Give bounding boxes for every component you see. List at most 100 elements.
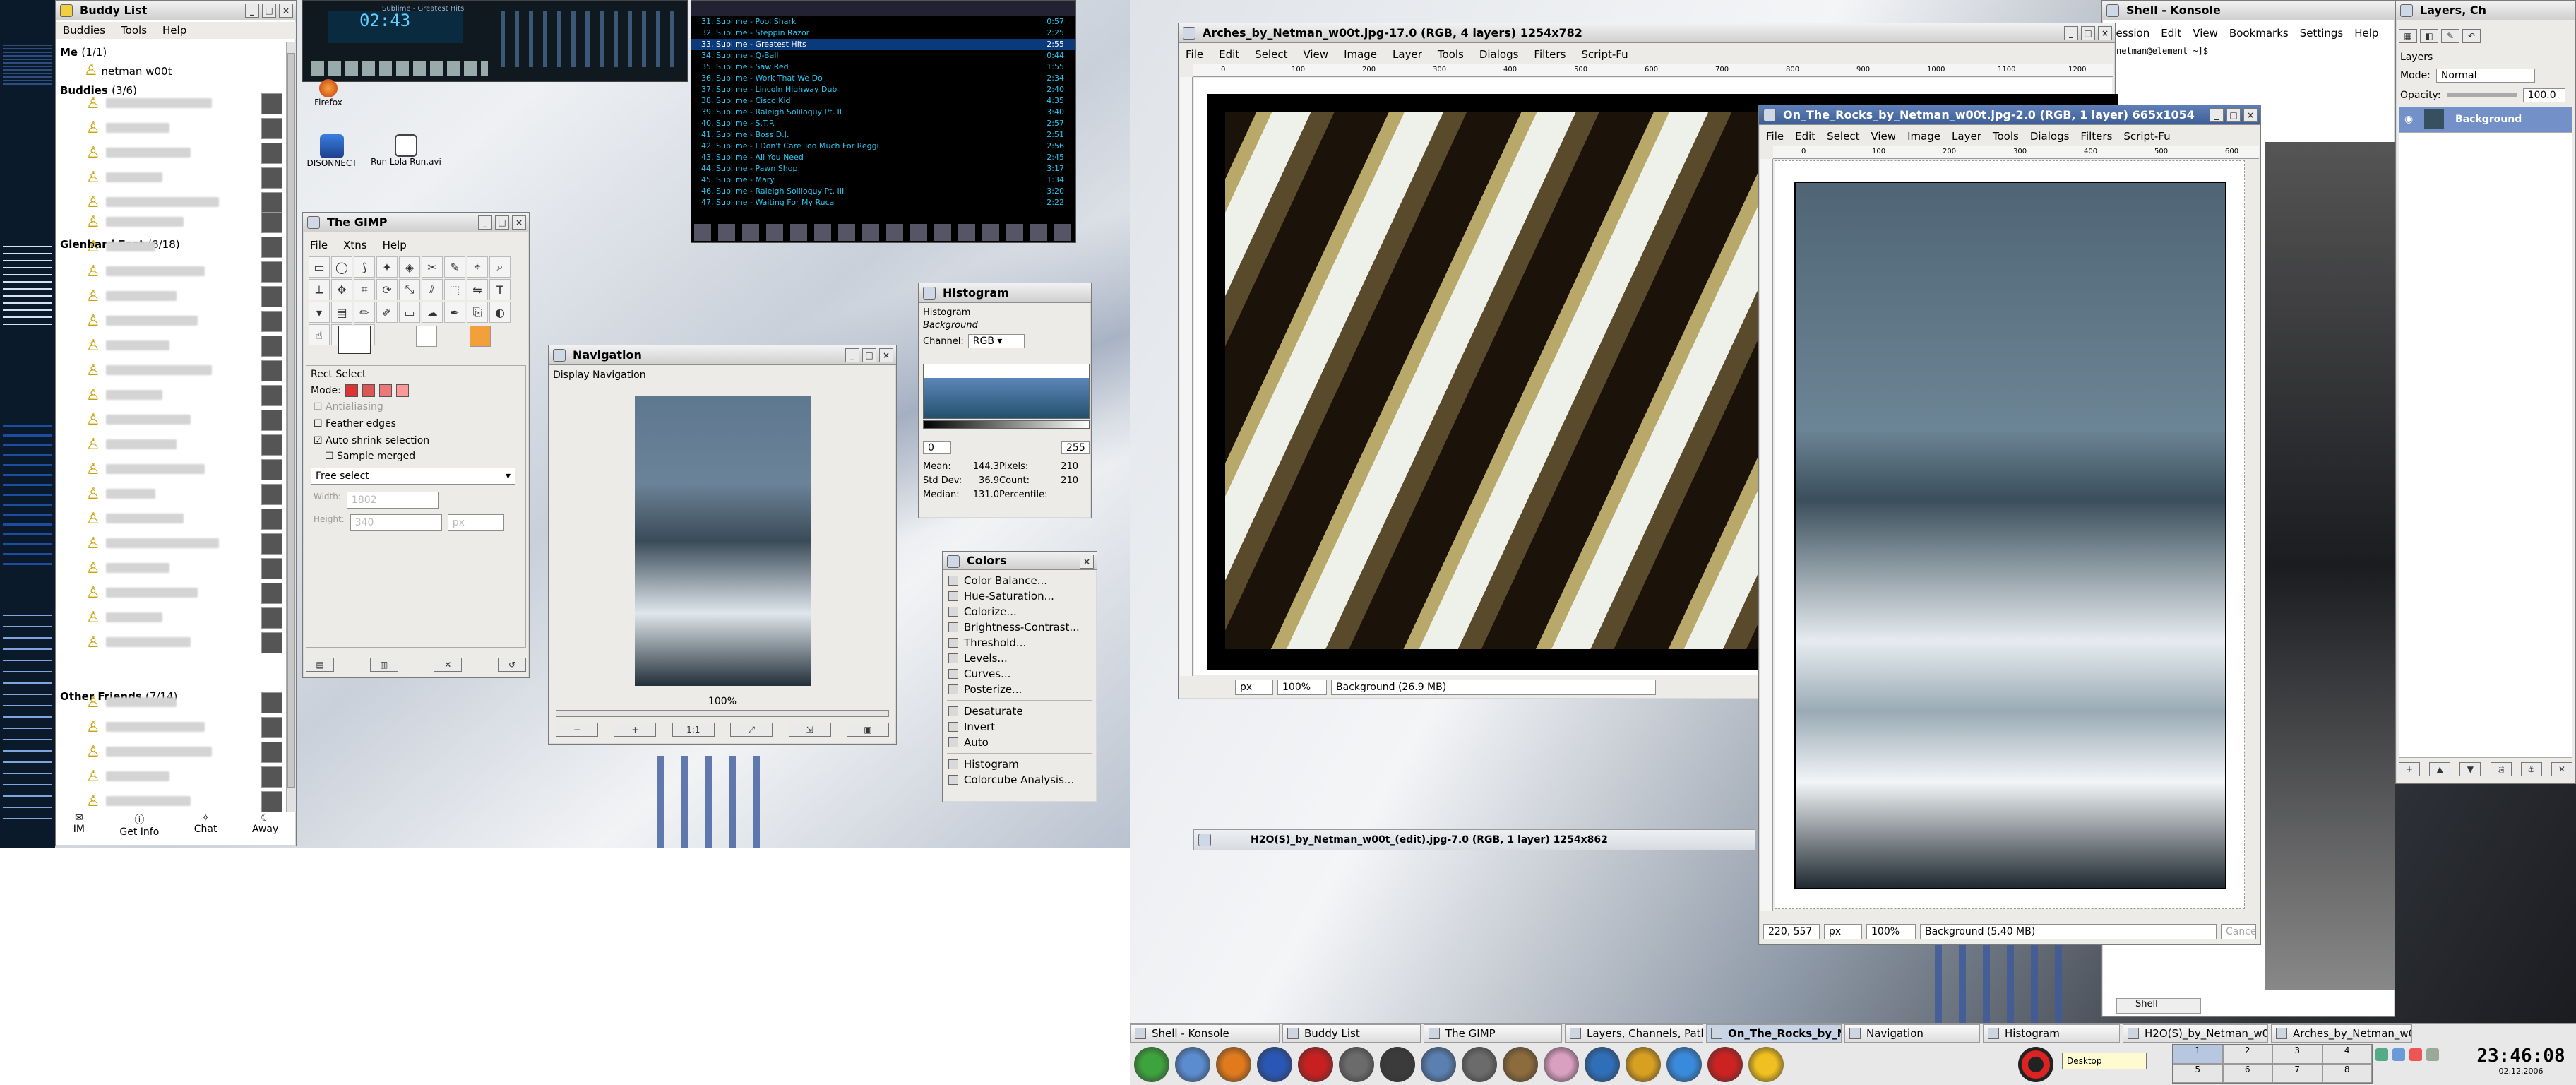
taskbar-button[interactable]: H2O(S)_by_Netman_w0: [2123, 1024, 2268, 1043]
zoom-slider[interactable]: [556, 710, 889, 717]
buddy-row[interactable]: ♙: [56, 285, 290, 309]
thunderbird-launcher-icon[interactable]: [1257, 1047, 1292, 1082]
minimize-button[interactable]: _: [845, 348, 859, 362]
unit-select[interactable]: px: [447, 514, 504, 531]
buddy-row[interactable]: ♙: [56, 740, 290, 764]
navigation-preview[interactable]: [635, 396, 811, 686]
buddy-row[interactable]: ♙: [56, 359, 290, 383]
image-menu-item[interactable]: Select: [1255, 46, 1287, 63]
layer-mode-select[interactable]: Normal: [2435, 69, 2535, 83]
playlist-item[interactable]: 45. Sublime - Mary 1:34: [691, 174, 1075, 186]
paths-tool-icon[interactable]: ✎: [444, 256, 465, 278]
height-input[interactable]: 340: [350, 514, 442, 531]
maximize-button[interactable]: □: [2226, 108, 2241, 122]
ink-tool-icon[interactable]: ✒: [444, 302, 465, 323]
colors-menu-item[interactable]: Hue-Saturation...: [943, 588, 1097, 604]
colors-menu-item[interactable]: Auto: [943, 735, 1097, 750]
konsole-tab[interactable]: Shell: [2116, 998, 2201, 1014]
colors-menu-item[interactable]: Color Balance...: [943, 573, 1097, 588]
duplicate-layer-button[interactable]: ⎘: [2490, 762, 2512, 776]
colors-titlebar[interactable]: Colors ×: [943, 552, 1097, 570]
buddy-me[interactable]: ♙ netman w00t: [84, 61, 172, 80]
playlist-buttons[interactable]: [694, 224, 1075, 241]
buddy-row[interactable]: ♙: [56, 581, 290, 605]
pencil-tool-icon[interactable]: ✏: [354, 302, 375, 323]
tool-launcher-icon[interactable]: [1421, 1047, 1456, 1082]
layers-titlebar[interactable]: Layers, Ch: [2396, 1, 2575, 20]
image-menu-item[interactable]: Tools: [1438, 46, 1464, 63]
eraser-tool-icon[interactable]: ▭: [399, 302, 420, 323]
navigation-titlebar[interactable]: Navigation _ □ ×: [549, 345, 896, 365]
move-tool-icon[interactable]: ✥: [331, 279, 352, 300]
desktop-pager-cell[interactable]: 2: [2222, 1045, 2272, 1064]
playlist-item[interactable]: 35. Sublime - Saw Red 1:55: [691, 61, 1075, 73]
free-select-tool-icon[interactable]: ⟆: [354, 256, 375, 278]
playlist-item[interactable]: 38. Sublime - Cisco Kid 4:35: [691, 95, 1075, 107]
rocks-vertical-ruler[interactable]: [1760, 159, 1773, 911]
chat-button[interactable]: ✧ Chat: [194, 812, 217, 846]
flip-tool-icon[interactable]: ⇋: [467, 279, 488, 300]
image-menu-item[interactable]: Dialogs: [2030, 128, 2070, 145]
buddy-row[interactable]: ♙: [56, 790, 290, 814]
maximize-button[interactable]: □: [262, 4, 276, 18]
desktop-pager-cell[interactable]: 1: [2173, 1045, 2223, 1064]
taskbar-button[interactable]: The GIMP: [1424, 1024, 1562, 1043]
pattern-indicator[interactable]: [470, 326, 491, 347]
taskbar-button[interactable]: On_The_Rocks_by_N: [1706, 1024, 1842, 1043]
menu-help[interactable]: Help: [2354, 25, 2378, 42]
colors-menu-item[interactable]: Colorize...: [943, 604, 1097, 619]
image-menu-item[interactable]: Select: [1827, 128, 1859, 145]
mode-subtract-button[interactable]: [378, 384, 392, 397]
minimize-button[interactable]: _: [245, 4, 259, 18]
buddy-row[interactable]: ♙: [56, 211, 290, 235]
layers-tabs[interactable]: ▦ ◧ ✎ ↶: [2399, 29, 2483, 47]
tray-update-icon[interactable]: [2409, 1048, 2422, 1061]
lower-layer-button[interactable]: ▼: [2459, 762, 2481, 776]
scissors-tool-icon[interactable]: ✂: [422, 256, 443, 278]
buddy-row[interactable]: ♙: [56, 691, 290, 715]
zoom-out-button[interactable]: −: [556, 723, 598, 737]
settings-launcher-icon[interactable]: [1626, 1047, 1661, 1082]
delete-options-button[interactable]: ✕: [434, 658, 463, 672]
menu-xtns[interactable]: Xtns: [343, 237, 366, 254]
away-button[interactable]: ☾ Away: [252, 812, 278, 846]
tab-channels[interactable]: ◧: [2420, 29, 2438, 43]
close-button[interactable]: ×: [279, 4, 293, 18]
playlist-item[interactable]: 36. Sublime - Work That We Do 2:34: [691, 73, 1075, 84]
delete-layer-button[interactable]: ✕: [2551, 762, 2572, 776]
buddy-row[interactable]: ♙: [56, 166, 290, 190]
fuzzy-select-tool-icon[interactable]: ✦: [376, 256, 398, 278]
buddy-row[interactable]: ♙: [56, 532, 290, 556]
histogram-graph[interactable]: [923, 364, 1090, 419]
menu-help[interactable]: Help: [383, 237, 407, 254]
shear-tool-icon[interactable]: ⫽: [422, 279, 443, 300]
image-menu-item[interactable]: Dialogs: [1479, 46, 1519, 63]
opacity-input[interactable]: 100.0: [2522, 88, 2565, 102]
playlist-item[interactable]: 42. Sublime - I Don't Care Too Much For …: [691, 141, 1075, 152]
menu-tools[interactable]: Tools: [121, 22, 147, 39]
image-menu-item[interactable]: Filters: [1534, 46, 1566, 63]
minimize-button[interactable]: _: [478, 215, 492, 230]
menu-bookmarks[interactable]: Bookmarks: [2229, 25, 2289, 42]
text-tool-icon[interactable]: T: [489, 279, 511, 300]
image-menu-item[interactable]: Filters: [2080, 128, 2112, 145]
playlist-item[interactable]: 37. Sublime - Lincoln Highway Dub 2:40: [691, 84, 1075, 95]
toolbox-bottom-buttons[interactable]: ▤ ▥ ✕ ↺: [306, 658, 526, 673]
tab-undo[interactable]: ↶: [2462, 29, 2481, 43]
menu-file[interactable]: File: [310, 237, 328, 254]
image-menu-item[interactable]: File: [1186, 46, 1203, 63]
sample-merged-checkbox[interactable]: ☐ Sample merged: [306, 449, 525, 463]
desktop-pager-cell[interactable]: 8: [2322, 1064, 2372, 1083]
scale-tool-icon[interactable]: ⤡: [399, 279, 420, 300]
playlist-item[interactable]: 40. Sublime - S.T.P. 2:57: [691, 118, 1075, 129]
navigation-buttons[interactable]: − +1:1 ⤢ ⇲ ▣: [556, 723, 889, 738]
layers-buttons[interactable]: + ▲ ▼ ⎘ ⚓ ✕: [2399, 762, 2572, 779]
buddy-row[interactable]: ♙: [56, 260, 290, 284]
buddy-row[interactable]: ♙: [56, 117, 290, 141]
taskbar-button[interactable]: Buddy List: [1282, 1024, 1421, 1043]
image-menu-item[interactable]: Image: [1344, 46, 1377, 63]
buddy-row[interactable]: ♙: [56, 433, 290, 457]
crop-tool-icon[interactable]: ⌗: [354, 279, 375, 300]
colors-menu-item[interactable]: Colorcube Analysis...: [943, 772, 1097, 788]
arches-vertical-ruler[interactable]: [1180, 77, 1193, 676]
